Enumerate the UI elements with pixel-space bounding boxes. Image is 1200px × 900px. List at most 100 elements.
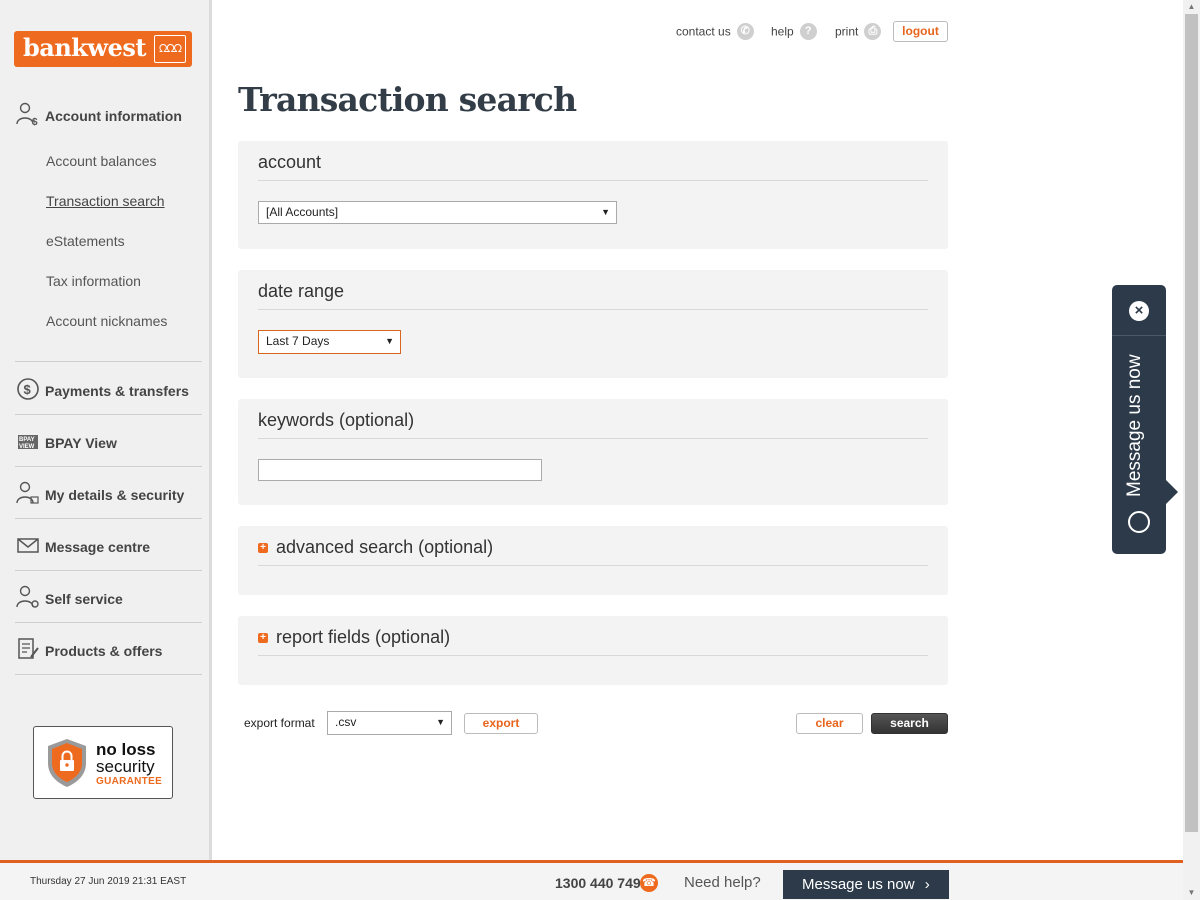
nav-label: Self service xyxy=(45,591,123,607)
account-title: account xyxy=(258,152,322,172)
keywords-panel: keywords (optional) xyxy=(238,399,948,505)
panel-divider xyxy=(258,655,928,656)
chat-bubble-icon xyxy=(1128,511,1150,533)
svg-text:VIEW: VIEW xyxy=(19,444,35,450)
export-format-select[interactable]: .csv ▼ xyxy=(327,711,452,735)
shield-lock-icon xyxy=(48,739,86,787)
contact-us-link[interactable]: contact us ✆ xyxy=(676,23,754,41)
widget-divider xyxy=(1112,335,1166,336)
nav-my-details-security[interactable]: My details & security xyxy=(16,481,202,533)
nav-divider xyxy=(15,674,202,675)
logout-button[interactable]: logout xyxy=(893,21,948,42)
page-title: Transaction search xyxy=(238,80,577,119)
search-button[interactable]: search xyxy=(871,713,948,734)
nav-label: BPAY View xyxy=(45,435,117,451)
dropdown-arrow-icon: ▼ xyxy=(436,717,445,727)
account-select-value: [All Accounts] xyxy=(266,205,339,219)
dropdown-arrow-icon: ▼ xyxy=(385,336,394,346)
nav-tax-information[interactable]: Tax information xyxy=(46,273,141,289)
scroll-up-icon[interactable]: ▲ xyxy=(1183,0,1200,14)
panel-divider xyxy=(258,180,928,181)
export-button[interactable]: export xyxy=(464,713,538,734)
date-range-title: date range xyxy=(258,281,345,301)
keywords-input[interactable] xyxy=(258,459,542,481)
account-panel: account [All Accounts] ▼ xyxy=(238,141,948,249)
help-label: help xyxy=(771,24,794,39)
print-link[interactable]: print ⎙ xyxy=(835,23,882,41)
close-icon[interactable]: × xyxy=(1129,301,1149,321)
expand-plus-icon[interactable]: + xyxy=(258,633,268,643)
nav-label: Products & offers xyxy=(45,643,163,659)
footer-phone: 1300 440 749 xyxy=(555,875,641,891)
message-us-widget[interactable]: × Message us now xyxy=(1112,285,1178,554)
export-format-label: export format xyxy=(244,716,315,730)
nav-divider xyxy=(15,414,202,415)
panel-divider xyxy=(258,309,928,310)
nav-account-information[interactable]: $ Account information xyxy=(16,102,202,154)
no-loss-guarantee-badge[interactable]: no loss security GUARANTEE xyxy=(33,726,173,799)
contact-us-label: contact us xyxy=(676,24,731,39)
svg-text:$: $ xyxy=(24,382,32,397)
nav-products-offers[interactable]: Products & offers xyxy=(16,637,202,689)
user-dollar-icon: $ xyxy=(16,102,38,126)
sidebar: bankwest ᘯᘯᘯ $ Account information Accou… xyxy=(0,0,212,862)
nav-divider xyxy=(15,570,202,571)
nav-payments-transfers[interactable]: $ Payments & transfers xyxy=(16,377,202,429)
clear-button[interactable]: clear xyxy=(796,713,863,734)
dropdown-arrow-icon: ▼ xyxy=(601,207,610,217)
nav-label: Message centre xyxy=(45,539,151,555)
nav-divider xyxy=(15,466,202,467)
keywords-title: keywords (optional) xyxy=(258,410,415,430)
export-format-value: .csv xyxy=(335,715,357,729)
help-link[interactable]: help? xyxy=(771,23,817,41)
bankwest-logo[interactable]: bankwest ᘯᘯᘯ xyxy=(14,31,192,67)
date-range-select[interactable]: Last 7 Days ▼ xyxy=(258,330,401,354)
message-us-label: Message us now xyxy=(1124,354,1145,497)
report-fields-toggle[interactable]: report fields (optional) xyxy=(276,627,450,648)
phone-icon: ✆ xyxy=(736,23,754,40)
nav-estatements[interactable]: eStatements xyxy=(46,233,125,249)
printer-icon: ⎙ xyxy=(864,23,882,40)
nav-transaction-search[interactable]: Transaction search xyxy=(46,193,165,209)
nav-label: Payments & transfers xyxy=(45,383,189,399)
footer: Thursday 27 Jun 2019 21:31 EAST 1300 440… xyxy=(0,860,1183,900)
scrollbar[interactable]: ▲ ▼ xyxy=(1183,0,1200,900)
nav-account-balances[interactable]: Account balances xyxy=(46,153,157,169)
nav-divider xyxy=(15,622,202,623)
guarantee-line3: GUARANTEE xyxy=(96,776,163,787)
date-range-panel: date range Last 7 Days ▼ xyxy=(238,270,948,378)
nav-label: My details & security xyxy=(45,487,185,503)
telephone-icon: ☎ xyxy=(640,874,658,892)
account-select[interactable]: [All Accounts] ▼ xyxy=(258,201,617,224)
user-gear-icon xyxy=(16,585,39,608)
scroll-thumb[interactable] xyxy=(1185,14,1198,832)
nav-self-service[interactable]: Self service xyxy=(16,585,202,637)
dollar-arrows-icon: $ xyxy=(17,378,39,400)
expand-plus-icon[interactable]: + xyxy=(258,543,268,553)
svg-text:BPAY: BPAY xyxy=(19,437,35,443)
panel-divider xyxy=(258,438,928,439)
envelope-icon xyxy=(17,538,39,553)
advanced-search-panel: + advanced search (optional) xyxy=(238,526,948,595)
bpay-view-icon: BPAY VIEW xyxy=(18,435,38,450)
nav-label: Account information xyxy=(45,108,182,124)
brand-name: bankwest xyxy=(23,33,146,62)
report-fields-panel: + report fields (optional) xyxy=(238,616,948,685)
footer-datetime: Thursday 27 Jun 2019 21:31 EAST xyxy=(30,876,187,887)
advanced-search-toggle[interactable]: advanced search (optional) xyxy=(276,537,493,558)
svg-text:$: $ xyxy=(32,117,38,126)
document-pencil-icon xyxy=(18,638,39,659)
print-label: print xyxy=(835,24,859,39)
brand-mark-icon: ᘯᘯᘯ xyxy=(154,35,186,63)
nav-message-centre[interactable]: Message centre xyxy=(16,533,202,585)
nav-account-nicknames[interactable]: Account nicknames xyxy=(46,313,167,329)
footer-message-button[interactable]: Message us now › xyxy=(783,870,949,899)
user-lock-icon xyxy=(16,481,39,504)
nav-divider xyxy=(15,518,202,519)
guarantee-line2: security xyxy=(96,757,155,776)
scroll-down-icon[interactable]: ▼ xyxy=(1183,886,1200,900)
widget-pointer xyxy=(1166,480,1178,504)
footer-message-label: Message us now xyxy=(802,876,915,893)
nav-bpay-view[interactable]: BPAY VIEW BPAY View xyxy=(16,429,202,481)
question-icon: ? xyxy=(799,23,817,40)
